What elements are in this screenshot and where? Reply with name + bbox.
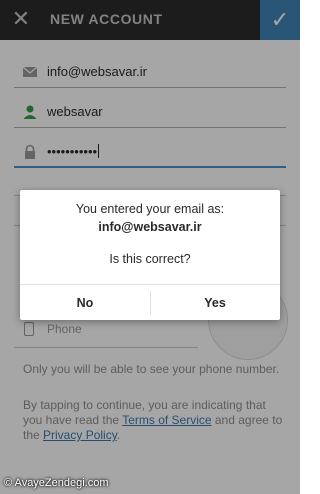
- dialog-message: You entered your email as:: [75, 202, 225, 216]
- no-button[interactable]: No: [20, 285, 150, 321]
- watermark: © AvayeZendegi.com: [0, 474, 300, 494]
- watermark-text: © AvayeZendegi.com: [4, 477, 109, 489]
- dialog-question: Is this correct?: [109, 252, 191, 266]
- yes-button[interactable]: Yes: [150, 285, 280, 321]
- dialog-email: info@websavar.ir: [98, 220, 202, 234]
- confirm-email-dialog: You entered your email as: info@websavar…: [20, 190, 280, 320]
- dialog-button-bar: No Yes: [20, 284, 280, 320]
